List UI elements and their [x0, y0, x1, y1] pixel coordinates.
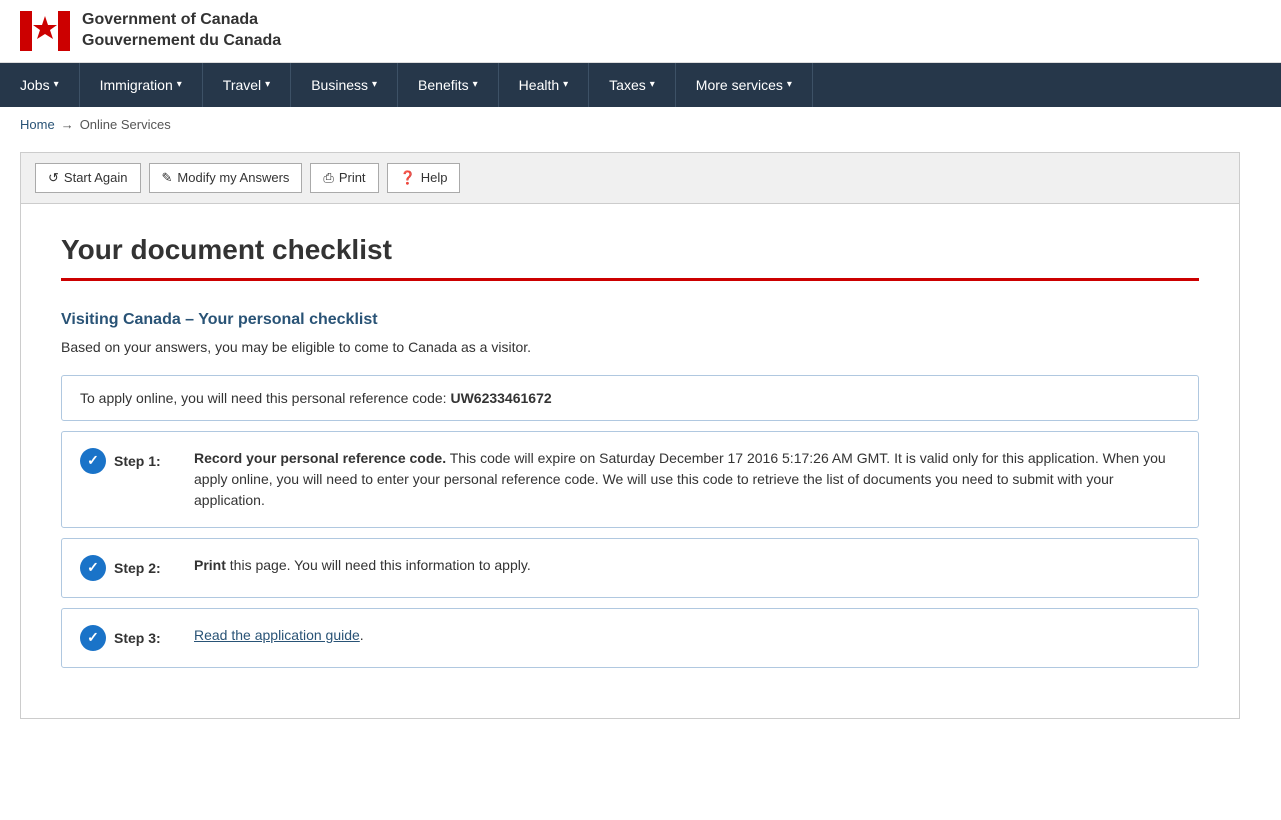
step-2-label: Step 2: [114, 560, 161, 576]
main-content: ↺ Start Again ✎ Modify my Answers ⎙ Prin… [0, 142, 1260, 749]
step-3-label: Step 3: [114, 630, 161, 646]
step-2-box: ✓ Step 2: Print this page. You will need… [61, 538, 1199, 598]
chevron-down-icon: ▾ [787, 79, 792, 90]
toolbar: ↺ Start Again ✎ Modify my Answers ⎙ Prin… [20, 152, 1240, 204]
ref-code-value: UW6233461672 [450, 390, 551, 406]
chevron-down-icon: ▾ [473, 79, 478, 90]
logo-text: Government of Canada Gouvernement du Can… [82, 10, 281, 52]
step-1-box: ✓ Step 1: Record your personal reference… [61, 431, 1199, 528]
nav-item-business[interactable]: Business▾ [291, 63, 398, 107]
step-2-content: Print this page. You will need this info… [194, 555, 531, 576]
breadcrumb-arrow: → [61, 117, 74, 132]
section-title: Visiting Canada – Your personal checklis… [61, 311, 1199, 329]
printer-icon: ⎙ [323, 170, 333, 186]
content-area: Your document checklist Visiting Canada … [20, 204, 1240, 719]
nav-item-travel[interactable]: Travel▾ [203, 63, 291, 107]
breadcrumb: Home → Online Services [0, 107, 1281, 142]
step-2-left: ✓ Step 2: [80, 555, 180, 581]
main-nav: Jobs▾ Immigration▾ Travel▾ Business▾ Ben… [0, 63, 1281, 107]
step-3-left: ✓ Step 3: [80, 625, 180, 651]
application-guide-link[interactable]: Read the application guide [194, 627, 360, 643]
step-3-check-icon: ✓ [80, 625, 106, 651]
help-icon: ❓ [400, 170, 416, 186]
nav-item-more-services[interactable]: More services▾ [676, 63, 813, 107]
print-button[interactable]: ⎙ Print [310, 163, 378, 193]
step-3-content: Read the application guide. [194, 625, 364, 646]
modify-answers-button[interactable]: ✎ Modify my Answers [149, 163, 303, 193]
step-2-text: this page. You will need this informatio… [226, 557, 531, 573]
step-1-left: ✓ Step 1: [80, 448, 180, 474]
reference-code-box: To apply online, you will need this pers… [61, 375, 1199, 421]
breadcrumb-current: Online Services [80, 117, 171, 132]
nav-item-jobs[interactable]: Jobs▾ [0, 63, 80, 107]
step-1-content: Record your personal reference code. Thi… [194, 448, 1180, 511]
nav-item-health[interactable]: Health▾ [499, 63, 590, 107]
refresh-icon: ↺ [48, 170, 59, 186]
start-again-button[interactable]: ↺ Start Again [35, 163, 141, 193]
step-3-period: . [360, 627, 364, 643]
step-2-bold: Print [194, 557, 226, 573]
step-1-bold: Record your personal reference code. [194, 450, 446, 466]
step-1-check-icon: ✓ [80, 448, 106, 474]
canada-flag-icon [20, 11, 70, 51]
breadcrumb-home[interactable]: Home [20, 117, 55, 132]
step-3-box: ✓ Step 3: Read the application guide. [61, 608, 1199, 668]
chevron-down-icon: ▾ [372, 79, 377, 90]
chevron-down-icon: ▾ [177, 79, 182, 90]
help-button[interactable]: ❓ Help [387, 163, 461, 193]
pencil-icon: ✎ [162, 170, 173, 186]
nav-item-taxes[interactable]: Taxes▾ [589, 63, 676, 107]
page-title: Your document checklist [61, 234, 1199, 281]
header: Government of Canada Gouvernement du Can… [0, 0, 1281, 63]
chevron-down-icon: ▾ [54, 79, 59, 90]
ref-code-text: To apply online, you will need this pers… [80, 390, 447, 406]
chevron-down-icon: ▾ [265, 79, 270, 90]
section-description: Based on your answers, you may be eligib… [61, 339, 1199, 355]
nav-item-benefits[interactable]: Benefits▾ [398, 63, 499, 107]
chevron-down-icon: ▾ [563, 79, 568, 90]
step-2-check-icon: ✓ [80, 555, 106, 581]
nav-item-immigration[interactable]: Immigration▾ [80, 63, 203, 107]
chevron-down-icon: ▾ [650, 79, 655, 90]
step-1-label: Step 1: [114, 453, 161, 469]
